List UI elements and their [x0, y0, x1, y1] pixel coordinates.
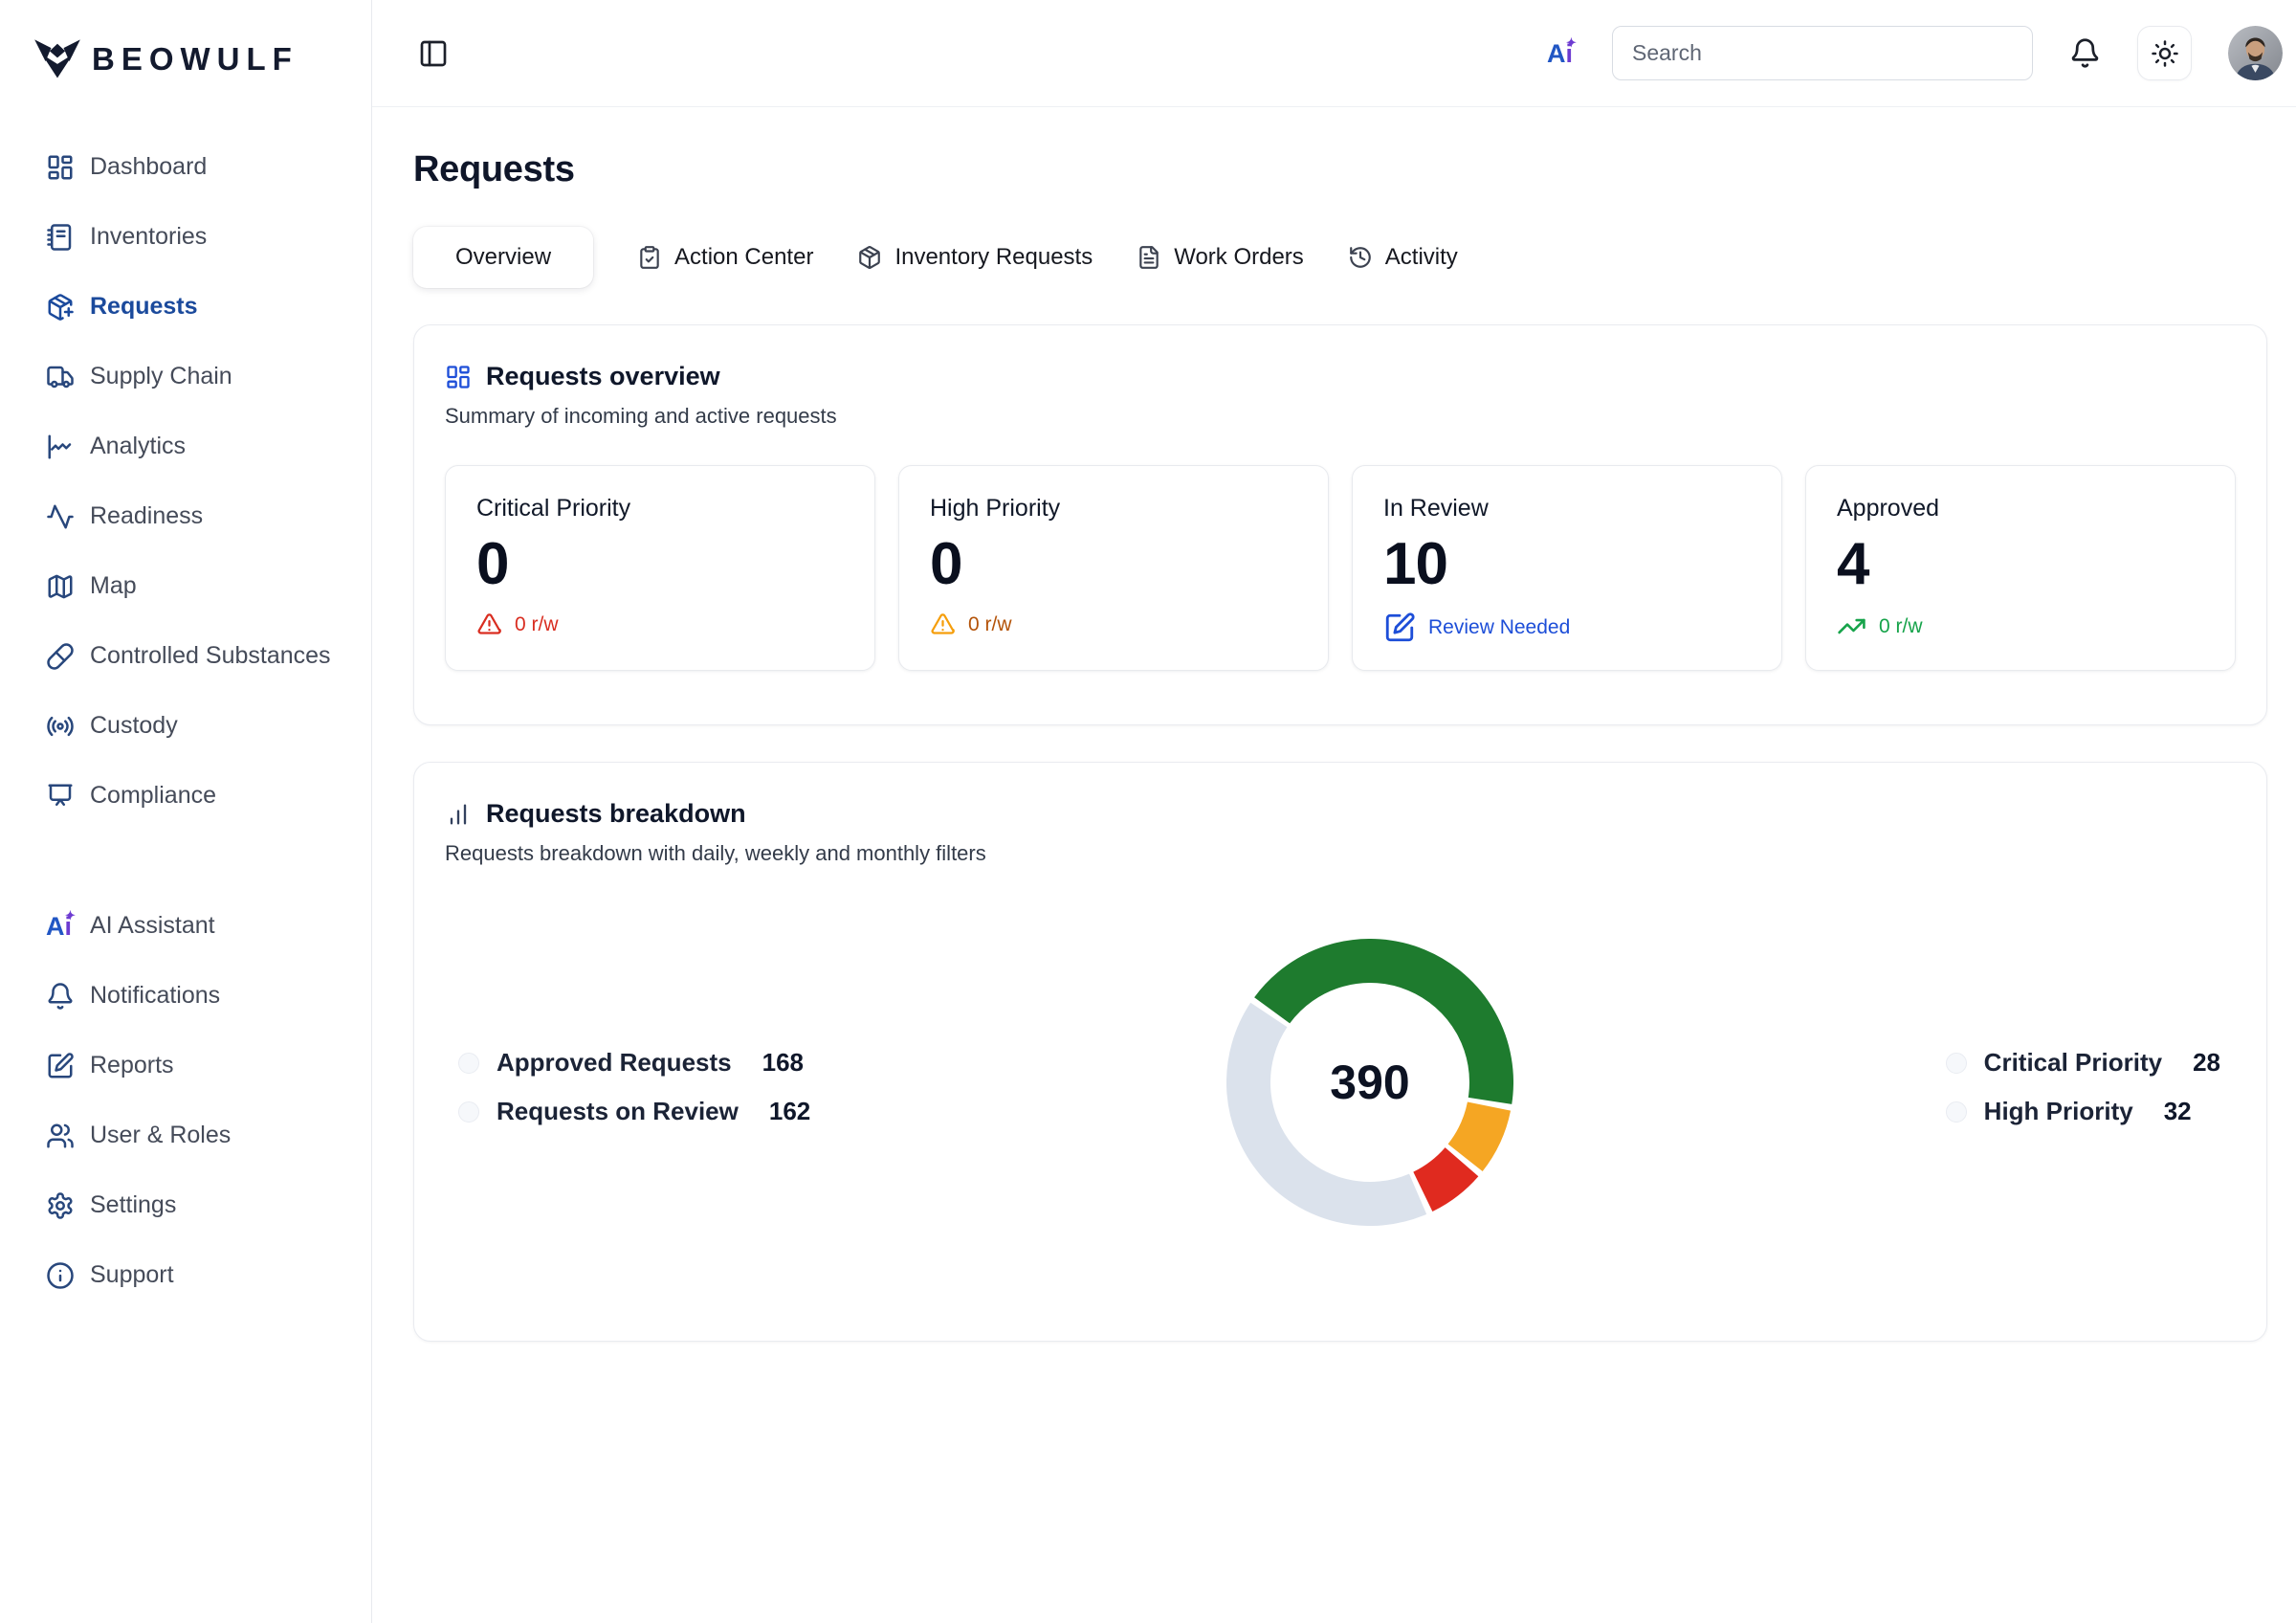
dashboard-icon — [445, 364, 472, 390]
sidebar-item-controlled-substances[interactable]: Controlled Substances — [0, 621, 371, 691]
search-input[interactable] — [1612, 26, 2033, 80]
legend-dot — [458, 1101, 479, 1123]
topbar-right: Ai✦ — [1547, 26, 2283, 80]
legend-right: Critical Priority 28 High Priority 32 — [1946, 1048, 2220, 1126]
content-area: Ai✦ — [372, 0, 2296, 1623]
package-plus-icon — [46, 293, 75, 322]
truck-icon — [46, 363, 75, 391]
requests-donut-chart: 390 — [1226, 939, 1513, 1226]
info-icon — [46, 1261, 75, 1290]
user-avatar[interactable] — [2228, 26, 2283, 80]
trending-up-icon — [1837, 611, 1866, 641]
tab-action-center[interactable]: Action Center — [637, 244, 813, 271]
gear-icon — [46, 1191, 75, 1220]
legend-item-requests-on-review: Requests on Review 162 — [458, 1097, 810, 1126]
breakdown-chart-area: Approved Requests 168 Requests on Review… — [445, 876, 2236, 1287]
sidebar-toggle-button[interactable] — [418, 38, 449, 69]
brand-name: BEOWULF — [92, 41, 298, 78]
primary-nav: Dashboard Inventories Requests Supply Ch… — [0, 132, 371, 831]
tab-overview[interactable]: Overview — [413, 227, 593, 288]
legend-left: Approved Requests 168 Requests on Review… — [458, 1048, 810, 1126]
presentation-icon — [46, 782, 75, 811]
ai-sparkle-icon: Ai✦ — [46, 912, 75, 941]
dashboard-icon — [46, 153, 75, 182]
map-icon — [46, 572, 75, 601]
users-icon — [46, 1122, 75, 1150]
legend-dot — [1946, 1053, 1967, 1074]
stat-card-high-priority: High Priority 0 0 r/w — [898, 465, 1329, 671]
ai-assistant-button[interactable]: Ai✦ — [1547, 39, 1576, 68]
theme-toggle-button[interactable] — [2137, 26, 2192, 80]
radio-icon — [46, 712, 75, 741]
stat-card-approved: Approved 4 0 r/w — [1805, 465, 2236, 671]
requests-overview-card: Requests overview Summary of incoming an… — [413, 324, 2267, 725]
sun-icon — [2151, 39, 2179, 68]
notifications-button[interactable] — [2069, 37, 2101, 69]
secondary-nav: Ai✦ AI Assistant Notifications Reports U… — [0, 891, 371, 1310]
alert-triangle-icon — [930, 611, 956, 637]
bell-icon — [46, 982, 75, 1011]
file-text-icon — [1137, 245, 1161, 270]
section-title: Requests overview — [486, 362, 720, 391]
activity-icon — [46, 502, 75, 531]
legend-dot — [458, 1053, 479, 1074]
brand-logo: BEOWULF — [0, 29, 371, 90]
ai-sparkle-icon: Ai✦ — [1547, 39, 1576, 68]
avatar-photo — [2228, 26, 2283, 80]
section-title: Requests breakdown — [486, 799, 746, 829]
sidebar-item-requests[interactable]: Requests — [0, 272, 371, 342]
pen-square-icon — [46, 1052, 75, 1080]
sidebar-item-inventories[interactable]: Inventories — [0, 202, 371, 272]
section-subtitle: Requests breakdown with daily, weekly an… — [445, 841, 2236, 866]
legend-item-approved-requests: Approved Requests 168 — [458, 1048, 810, 1078]
tab-work-orders[interactable]: Work Orders — [1137, 244, 1304, 271]
sidebar-item-settings[interactable]: Settings — [0, 1170, 371, 1240]
pen-square-icon — [1383, 611, 1416, 644]
page-title: Requests — [413, 149, 2267, 190]
stat-card-in-review: In Review 10 Review Needed — [1352, 465, 1782, 671]
sidebar-item-ai-assistant[interactable]: Ai✦ AI Assistant — [0, 891, 371, 961]
sidebar-item-supply-chain[interactable]: Supply Chain — [0, 342, 371, 411]
pill-icon — [46, 642, 75, 671]
tab-inventory-requests[interactable]: Inventory Requests — [857, 244, 1093, 271]
package-icon — [857, 245, 882, 270]
sidebar-item-notifications[interactable]: Notifications — [0, 961, 371, 1031]
stat-card-critical-priority: Critical Priority 0 0 r/w — [445, 465, 875, 671]
topbar: Ai✦ — [372, 0, 2296, 107]
tab-bar: Overview Action Center Inventory Request… — [413, 227, 2267, 288]
donut-total: 390 — [1226, 939, 1513, 1226]
stats-grid: Critical Priority 0 0 r/w High Priority … — [445, 465, 2236, 671]
sidebar: BEOWULF Dashboard Inventories Requests S… — [0, 0, 372, 1623]
panel-left-icon — [418, 38, 449, 69]
legend-item-critical-priority: Critical Priority 28 — [1946, 1048, 2220, 1078]
line-chart-icon — [46, 433, 75, 461]
bar-chart-icon — [445, 801, 472, 828]
main: Requests Overview Action Center Inventor… — [372, 107, 2296, 1342]
legend-item-high-priority: High Priority 32 — [1946, 1097, 2220, 1126]
requests-breakdown-card: Requests breakdown Requests breakdown wi… — [413, 762, 2267, 1342]
sidebar-item-map[interactable]: Map — [0, 551, 371, 621]
sidebar-item-user-roles[interactable]: User & Roles — [0, 1101, 371, 1170]
sidebar-item-dashboard[interactable]: Dashboard — [0, 132, 371, 202]
history-icon — [1348, 245, 1373, 270]
legend-dot — [1946, 1101, 1967, 1123]
sidebar-item-reports[interactable]: Reports — [0, 1031, 371, 1101]
sidebar-item-custody[interactable]: Custody — [0, 691, 371, 761]
bell-icon — [2069, 37, 2101, 69]
tab-activity[interactable]: Activity — [1348, 244, 1458, 271]
alert-triangle-icon — [476, 611, 502, 637]
sidebar-item-readiness[interactable]: Readiness — [0, 481, 371, 551]
sidebar-item-support[interactable]: Support — [0, 1240, 371, 1310]
sidebar-item-analytics[interactable]: Analytics — [0, 411, 371, 481]
clipboard-check-icon — [637, 245, 662, 270]
sidebar-item-compliance[interactable]: Compliance — [0, 761, 371, 831]
wolf-logo-icon — [33, 38, 82, 80]
section-subtitle: Summary of incoming and active requests — [445, 404, 2236, 429]
notebook-icon — [46, 223, 75, 252]
